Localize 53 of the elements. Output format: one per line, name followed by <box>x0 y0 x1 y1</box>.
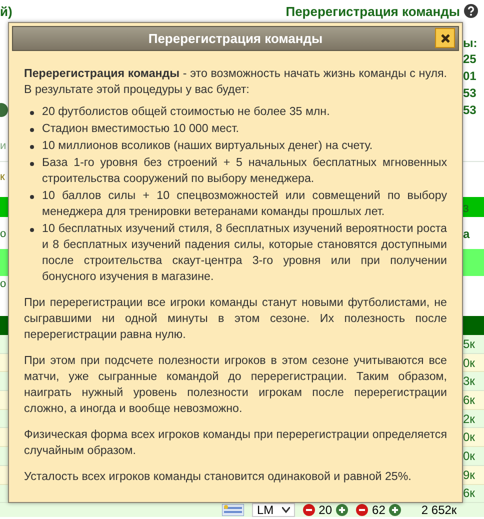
intro-text: Перерегистрация команды - это возможность начать жизнь команды с нуля. В результате этой процедуры у вас будет: <box>24 66 447 98</box>
bullet-icon <box>30 195 34 199</box>
close-icon <box>440 34 450 42</box>
minus-icon[interactable] <box>356 504 368 516</box>
list-item-text: 10 баллов силы + 10 спецвозможностей или совмещений по выбору менеджера для тренировки ветеранами команды прошлых лет. <box>42 188 447 220</box>
value-text: 2 652к <box>421 504 457 517</box>
paragraph-text: Физическая форма всех игроков команды при перерегистрации определяется случайным образом. <box>24 427 447 459</box>
page-heading: й) <box>0 4 12 18</box>
paragraph-text: Усталость всех игроков команды становится одинаковой и равной 25%. <box>24 469 412 485</box>
caret-icon <box>282 507 290 514</box>
value-text: 5к <box>463 336 475 351</box>
page-title: Перерегистрация команды <box>286 4 460 18</box>
count-text: 62 <box>372 504 386 517</box>
list-item-text: База 1-го уровня без строений + 5 начальных бесплатных мгновенных строительства сооружений по выбору менеджера. <box>42 155 447 187</box>
value-text: ы: <box>463 36 478 50</box>
value-text: 53 <box>463 102 476 116</box>
value-text: з <box>463 200 469 214</box>
count-text: 20 <box>318 504 332 517</box>
minus-icon[interactable] <box>302 504 315 516</box>
label-text: о <box>0 228 6 240</box>
dialog-title: Перерегистрация команды <box>148 31 323 46</box>
value-text: 0к <box>463 448 475 463</box>
label-text: о <box>0 278 6 290</box>
list-item-text: 10 миллионов всоликов (наших виртуальных денег) на счету. <box>42 138 374 154</box>
value-text: 25 <box>463 52 476 66</box>
bullet-icon <box>30 111 34 115</box>
flag-icon <box>222 504 244 516</box>
list-item-text: Стадион вместимостью 10 000 мест. <box>42 121 240 137</box>
plus-icon[interactable] <box>336 504 348 516</box>
position-select[interactable]: LM <box>252 503 295 518</box>
value-text: 0к <box>463 356 475 370</box>
list-item-text: 10 бесплатных изучений стиля, 8 бесплатных изучений вероятности роста и 8 бесплатных изучений падения силы, которые становятся доступными после строительства скаут-центра 3-го уровня или при получении бонусного изучения в магазине. <box>42 221 447 285</box>
bullet-icon <box>30 128 34 132</box>
value-text: 6к <box>463 486 475 500</box>
value-text: а <box>463 226 470 240</box>
plus-icon[interactable] <box>389 504 402 516</box>
paragraph-text: При перерегистрации все игроки команды станут новыми футболистами, не сыгравшими ни одной минуты в этом сезоне. Их полезность после перерегистрации равна нулю. <box>24 295 447 343</box>
help-icon <box>464 4 478 18</box>
value-text: 0к <box>463 430 475 444</box>
paragraph-text: При этом при подсчете полезности игроков в этом сезоне учитываются все матчи, уже сыгранные командой до перерегистрации. Таким образом, наиграть нужный уровень полезности игрокам после перерегистрации сложно, а иногда и вообще невозможно. <box>24 353 447 417</box>
value-text: 9к <box>463 468 475 482</box>
value-text: 01 <box>463 68 476 82</box>
close-button[interactable] <box>435 28 455 48</box>
list-item-text: 20 футболистов общей стоимостью не более 35 млн. <box>42 104 331 120</box>
bullet-icon <box>30 145 34 149</box>
label-text: и <box>0 140 6 152</box>
value-text: 53 <box>463 86 476 100</box>
bullet-icon <box>30 162 34 166</box>
label-text: к <box>0 171 5 183</box>
value-text: 2к <box>463 412 475 426</box>
value-text: 3к <box>463 374 475 388</box>
bullet-icon <box>30 228 34 232</box>
value-text: 6к <box>463 392 475 407</box>
